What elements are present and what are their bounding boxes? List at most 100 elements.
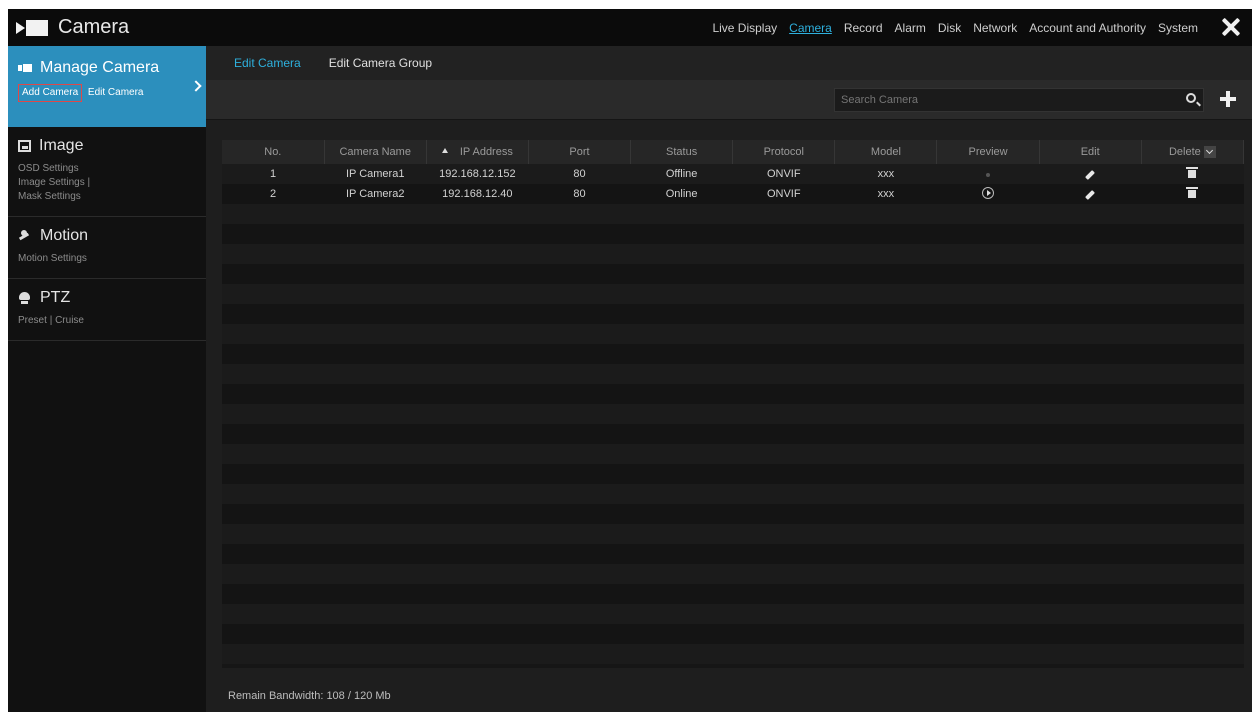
image-settings-link[interactable]: Image Settings: [18, 177, 85, 188]
cell-no: 2: [222, 184, 325, 204]
sidebar-section-motion[interactable]: Motion Motion Settings: [8, 217, 206, 279]
cell-model: xxx: [834, 164, 937, 184]
empty-row: [222, 284, 1244, 304]
empty-row: [222, 424, 1244, 444]
col-delete-label: Delete: [1168, 145, 1201, 158]
empty-row: [222, 484, 1244, 504]
nav-camera[interactable]: Camera: [783, 21, 838, 35]
cell-protocol: ONVIF: [732, 164, 835, 184]
search-input[interactable]: [834, 88, 1204, 112]
empty-row: [222, 524, 1244, 544]
edit-icon[interactable]: [1085, 190, 1096, 200]
cell-port: 80: [528, 164, 631, 184]
tab-edit-camera[interactable]: Edit Camera: [234, 56, 301, 70]
empty-row: [222, 344, 1244, 364]
camera-logo-icon: [16, 19, 50, 36]
edit-icon[interactable]: [1085, 170, 1096, 180]
sidebar-section-image[interactable]: Image OSD Settings Image Settings | Mask…: [8, 127, 206, 217]
col-ip-address-label: IP Address: [459, 146, 513, 158]
trash-icon[interactable]: [1186, 187, 1199, 198]
ptz-icon: [18, 292, 32, 304]
edit-camera-link[interactable]: Edit Camera: [85, 85, 147, 101]
nav-system[interactable]: System: [1152, 21, 1204, 35]
close-icon[interactable]: [1220, 16, 1242, 38]
empty-row: [222, 444, 1244, 464]
table-row[interactable]: 1 IP Camera1 192.168.12.152 80 Offline O…: [222, 164, 1244, 184]
cruise-link[interactable]: Cruise: [55, 315, 84, 326]
osd-settings-link[interactable]: OSD Settings: [18, 163, 79, 174]
sidebar-section-manage-camera[interactable]: Manage Camera Add Camera Edit Camera: [8, 46, 206, 127]
col-protocol[interactable]: Protocol: [732, 140, 836, 164]
tab-bar: Edit Camera Edit Camera Group: [206, 46, 1252, 80]
table-header-row: No. Camera Name IP Address Port Status P…: [222, 140, 1244, 164]
cell-no: 1: [222, 164, 325, 184]
app-title: Camera: [58, 16, 130, 38]
link-separator: |: [49, 315, 53, 326]
col-camera-name[interactable]: Camera Name: [324, 140, 427, 164]
add-icon[interactable]: [1220, 91, 1236, 107]
nav-record[interactable]: Record: [838, 21, 889, 35]
preview-unavailable-icon: [986, 173, 991, 177]
link-separator: |: [87, 177, 91, 188]
col-preview: Preview: [936, 140, 1040, 164]
empty-row: [222, 604, 1244, 624]
empty-row: [222, 384, 1244, 404]
empty-row: [222, 304, 1244, 324]
nav-disk[interactable]: Disk: [932, 21, 967, 35]
empty-row: [222, 564, 1244, 584]
cell-preview: [936, 184, 1040, 204]
cell-port: 80: [528, 184, 631, 204]
cell-delete: [1141, 184, 1244, 204]
col-delete: Delete: [1141, 140, 1244, 164]
camera-table: No. Camera Name IP Address Port Status P…: [222, 140, 1244, 668]
cell-edit: [1039, 184, 1142, 204]
nav-account-authority[interactable]: Account and Authority: [1023, 21, 1152, 35]
sort-up-icon: [441, 148, 448, 153]
camera-icon: [18, 62, 32, 74]
motion-settings-link[interactable]: Motion Settings: [18, 253, 87, 264]
cell-camera-name: IP Camera1: [324, 164, 427, 184]
tab-edit-camera-group[interactable]: Edit Camera Group: [329, 56, 432, 70]
cell-status: Online: [630, 184, 733, 204]
empty-row: [222, 324, 1244, 344]
empty-row: [222, 224, 1244, 244]
toolbar: [206, 80, 1252, 120]
add-camera-link[interactable]: Add Camera: [18, 84, 83, 102]
col-ip-address[interactable]: IP Address: [426, 140, 529, 164]
sidebar-title-manage-camera: Manage Camera: [40, 59, 160, 76]
nav-live-display[interactable]: Live Display: [706, 21, 783, 35]
cell-ip-address: 192.168.12.152: [426, 164, 529, 184]
preset-link[interactable]: Preset: [18, 315, 47, 326]
top-nav: Live Display Camera Record Alarm Disk Ne…: [706, 9, 1204, 46]
empty-row: [222, 464, 1244, 484]
cell-camera-name: IP Camera2: [324, 184, 427, 204]
search-icon[interactable]: [1186, 93, 1196, 103]
play-icon[interactable]: [982, 186, 995, 199]
col-port[interactable]: Port: [528, 140, 632, 164]
cell-ip-address: 192.168.12.40: [426, 184, 529, 204]
sidebar: Manage Camera Add Camera Edit Camera Ima…: [8, 46, 206, 712]
sidebar-title-image: Image: [39, 137, 84, 154]
trash-icon[interactable]: [1186, 167, 1199, 178]
image-icon: [18, 140, 31, 152]
app-window: Camera Live Display Camera Record Alarm …: [8, 9, 1252, 712]
col-model[interactable]: Model: [834, 140, 938, 164]
col-no[interactable]: No.: [222, 140, 325, 164]
empty-row: [222, 244, 1244, 264]
empty-row: [222, 404, 1244, 424]
top-bar: Camera Live Display Camera Record Alarm …: [8, 9, 1252, 46]
cell-protocol: ONVIF: [732, 184, 835, 204]
empty-row: [222, 544, 1244, 564]
empty-row: [222, 644, 1244, 664]
main-panel: Edit Camera Edit Camera Group No. Camera…: [206, 46, 1252, 712]
nav-network[interactable]: Network: [967, 21, 1023, 35]
empty-row: [222, 584, 1244, 604]
chevron-down-icon[interactable]: [1203, 146, 1216, 159]
remain-bandwidth-label: Remain Bandwidth: 108 / 120 Mb: [228, 690, 391, 702]
empty-row: [222, 624, 1244, 644]
mask-settings-link[interactable]: Mask Settings: [18, 191, 81, 202]
nav-alarm[interactable]: Alarm: [889, 21, 932, 35]
table-row[interactable]: 2 IP Camera2 192.168.12.40 80 Online ONV…: [222, 184, 1244, 204]
sidebar-section-ptz[interactable]: PTZ Preset | Cruise: [8, 279, 206, 341]
col-status[interactable]: Status: [630, 140, 734, 164]
